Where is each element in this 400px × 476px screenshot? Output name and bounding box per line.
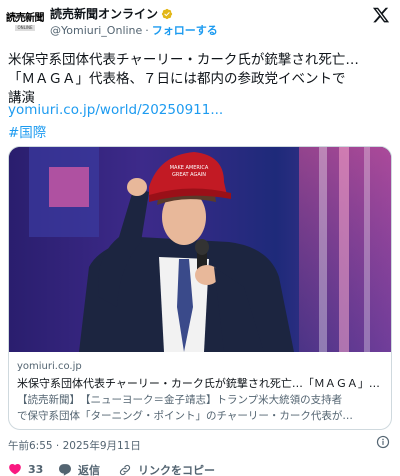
avatar-logo-sub: ONLINE [15, 25, 35, 31]
reply-button[interactable]: 返信 [58, 462, 100, 476]
card-title: 米保守系団体代表チャーリー・カーク氏が銃撃され死亡…「ＭＡＧＡ」… [17, 377, 380, 390]
tweet-text-line: 「ＭＡＧＡ」代表格、７日には都内の参政党イベントで [8, 71, 346, 87]
hashtag-link[interactable]: #国際 [8, 121, 46, 141]
card-meta: yomiuri.co.jp 米保守系団体代表チャーリー・カーク氏が銃撃され死亡…… [9, 352, 391, 429]
like-count: 33 [28, 462, 44, 476]
x-logo-icon[interactable] [372, 6, 390, 24]
copy-link-label: リンクをコピー [138, 464, 215, 476]
reply-label: 返信 [78, 464, 100, 476]
card-description-line: で保守系団体「ターニング・ポイント」のチャーリー・カーク代表が… [17, 410, 353, 422]
tweet-text-line: 米保守系団体代表チャーリー・カーク氏が銃撃され死亡… [8, 52, 359, 68]
copy-link-button[interactable]: リンクをコピー [118, 462, 215, 476]
reply-icon [59, 464, 71, 476]
card-photo: MAKE AMERICA GREAT AGAIN [9, 147, 391, 352]
heart-icon [9, 464, 21, 475]
separator-dot: · [145, 23, 149, 37]
card-description-line: 【読売新聞】 【ニューヨーク＝金子靖志】トランプ米大統領の支持者 [17, 394, 343, 406]
tweet-text: 米保守系団体代表チャーリー・カーク氏が銃撃され死亡… 「ＭＡＧＡ」代表格、７日に… [8, 51, 396, 108]
follow-button[interactable]: フォローする [152, 22, 218, 38]
avatar-logo-text: 読売新聞 [6, 13, 45, 24]
hat-text-line-2: GREAT AGAIN [172, 172, 206, 178]
link-card[interactable]: MAKE AMERICA GREAT AGAIN yomiuri.co.jp 米… [8, 146, 392, 430]
verified-badge-icon [161, 8, 173, 19]
tweet-timestamp[interactable]: 午前6:55 · 2025年9月11日 [8, 438, 141, 453]
card-domain: yomiuri.co.jp [17, 361, 82, 372]
tweet-header: 読売新聞 ONLINE 読売新聞オンライン @Yomiuri_Online · … [0, 0, 400, 40]
card-image[interactable]: MAKE AMERICA GREAT AGAIN [9, 147, 391, 352]
info-icon[interactable] [376, 435, 390, 449]
account-handle[interactable]: @Yomiuri_Online [50, 24, 142, 37]
name-line: 読売新聞オンライン [50, 5, 173, 22]
action-bar: 33 返信 リンクをコピー [0, 458, 400, 476]
handle-line: @Yomiuri_Online · フォローする [50, 22, 218, 38]
display-name[interactable]: 読売新聞オンライン [50, 5, 158, 22]
link-icon [119, 464, 131, 476]
tweet-link[interactable]: yomiuri.co.jp/world/20250911... [8, 102, 223, 118]
hat-text-line-1: MAKE AMERICA [170, 165, 209, 171]
like-button[interactable]: 33 [8, 462, 43, 476]
account-avatar[interactable]: 読売新聞 ONLINE [6, 8, 45, 36]
